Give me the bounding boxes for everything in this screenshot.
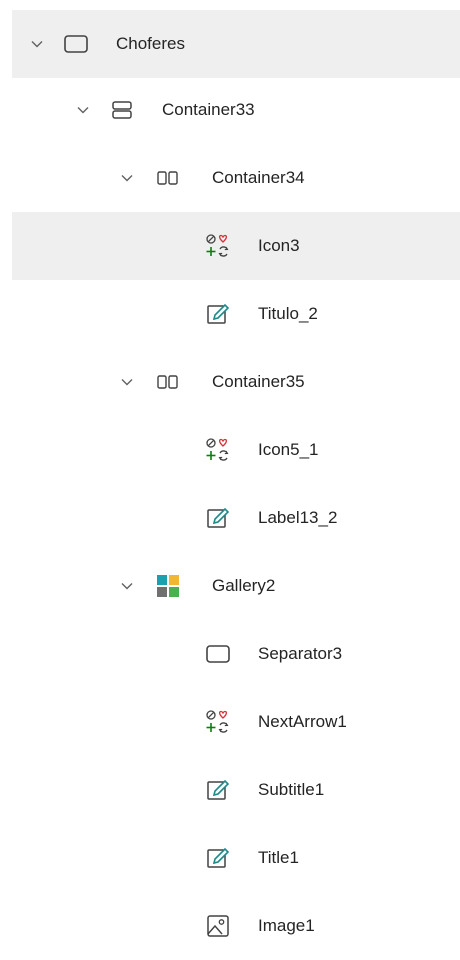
tree-item-icon3[interactable]: Icon3 (12, 212, 460, 280)
tree-item-container33[interactable]: Container33 (12, 76, 460, 144)
icon-control-icon (204, 232, 232, 260)
tree-item-label: Icon3 (258, 236, 300, 255)
tree-item-icon5-1[interactable]: Icon5_1 (12, 416, 460, 484)
tree-item-container34[interactable]: Container34 (12, 144, 460, 212)
tree-view: Choferes Container33 Container34 Icon3 T… (0, 0, 460, 960)
tree-item-separator3[interactable]: Separator3 (12, 620, 460, 688)
tree-item-label: NextArrow1 (258, 712, 347, 731)
tree-item-label: Choferes (116, 34, 185, 53)
tree-item-label: Gallery2 (212, 576, 276, 595)
icon-control-icon (204, 436, 232, 464)
icon-control-icon (204, 708, 232, 736)
rectangle-icon (204, 640, 232, 668)
tree-item-label: Titulo_2 (258, 304, 318, 323)
gallery-icon (154, 572, 182, 600)
horizontal-container-icon (154, 368, 182, 396)
tree-item-label: Container33 (162, 100, 255, 119)
tree-item-label: Image1 (258, 916, 315, 935)
edit-label-icon (204, 300, 232, 328)
edit-label-icon (204, 504, 232, 532)
tree-item-label13-2[interactable]: Label13_2 (12, 484, 460, 552)
tree-item-label: Label13_2 (258, 508, 338, 527)
chevron-down-icon[interactable] (120, 375, 134, 389)
tree-item-label: Title1 (258, 848, 299, 867)
tree-item-image1[interactable]: Image1 (12, 892, 460, 960)
chevron-down-icon[interactable] (76, 103, 90, 117)
edit-label-icon (204, 776, 232, 804)
tree-item-titulo-2[interactable]: Titulo_2 (12, 280, 460, 348)
edit-label-icon (204, 844, 232, 872)
tree-item-label: Icon5_1 (258, 440, 319, 459)
tree-item-gallery2[interactable]: Gallery2 (12, 552, 460, 620)
chevron-down-icon[interactable] (120, 171, 134, 185)
tree-item-container35[interactable]: Container35 (12, 348, 460, 416)
vertical-container-icon (108, 96, 136, 124)
tree-item-label: Container35 (212, 372, 305, 391)
tree-item-choferes[interactable]: Choferes (12, 10, 460, 78)
tree-item-subtitle1[interactable]: Subtitle1 (12, 756, 460, 824)
horizontal-container-icon (154, 164, 182, 192)
tree-item-label: Subtitle1 (258, 780, 325, 799)
tree-item-nextarrow1[interactable]: NextArrow1 (12, 688, 460, 756)
tree-item-title1[interactable]: Title1 (12, 824, 460, 892)
chevron-down-icon[interactable] (30, 37, 44, 51)
tree-item-label: Separator3 (258, 644, 343, 663)
tree-item-label: Container34 (212, 168, 305, 187)
screen-icon (62, 30, 90, 58)
image-icon (204, 912, 232, 940)
chevron-down-icon[interactable] (120, 579, 134, 593)
